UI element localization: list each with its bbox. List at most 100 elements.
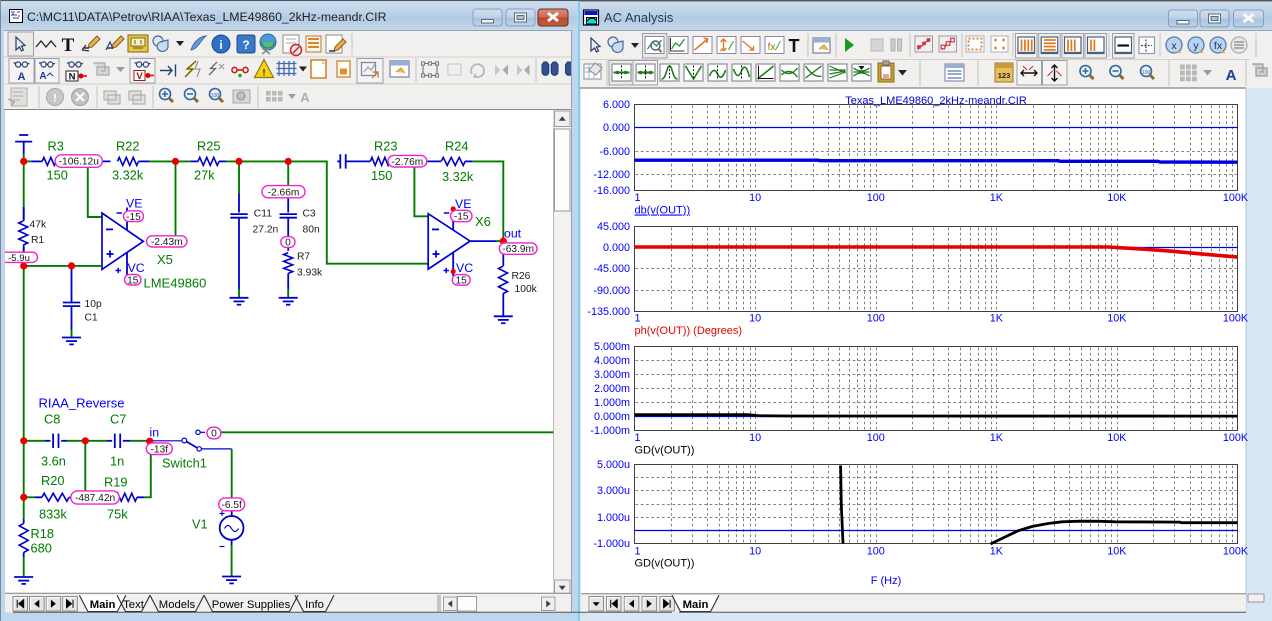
svg-text:-2.66m: -2.66m xyxy=(268,187,300,198)
svg-text:1K: 1K xyxy=(990,192,1004,204)
svg-text:10K: 10K xyxy=(1107,192,1127,204)
svg-text:R22: R22 xyxy=(116,139,139,154)
svg-text:1: 1 xyxy=(634,546,640,558)
svg-text:!: ! xyxy=(53,93,57,105)
svg-text:C7: C7 xyxy=(110,412,126,427)
svg-text:!: ! xyxy=(263,68,266,78)
svg-text:-2.76m: -2.76m xyxy=(392,157,424,168)
svg-text:680: 680 xyxy=(31,541,52,556)
svg-text:3.000m: 3.000m xyxy=(594,369,630,381)
svg-text:3.000u: 3.000u xyxy=(597,485,630,497)
svg-text:1K: 1K xyxy=(990,432,1004,444)
svg-text:0.000: 0.000 xyxy=(603,122,630,134)
svg-text:R1: R1 xyxy=(31,235,44,246)
svg-text:10K: 10K xyxy=(1107,313,1127,325)
svg-text:A: A xyxy=(18,71,26,83)
svg-text:80n: 80n xyxy=(303,224,320,235)
svg-text:5.000u: 5.000u xyxy=(597,459,630,471)
svg-text:R3: R3 xyxy=(48,139,64,154)
svg-text:100k: 100k xyxy=(515,284,538,295)
svg-text:db(v(OUT)): db(v(OUT)) xyxy=(635,205,691,217)
svg-text:0: 0 xyxy=(211,429,217,440)
svg-text:-1.000u: -1.000u xyxy=(593,538,630,550)
svg-text:X5: X5 xyxy=(157,252,173,267)
svg-text:27.2n: 27.2n xyxy=(253,224,279,235)
svg-text:75k: 75k xyxy=(107,507,128,522)
svg-text:in: in xyxy=(150,425,160,439)
svg-text:R23: R23 xyxy=(374,139,397,154)
svg-text:0.000: 0.000 xyxy=(603,242,630,254)
svg-text:Main: Main xyxy=(90,599,116,611)
svg-text:6.000: 6.000 xyxy=(603,99,630,111)
svg-text:15: 15 xyxy=(456,276,468,287)
svg-text:10: 10 xyxy=(749,313,761,325)
svg-text:2.000m: 2.000m xyxy=(594,383,630,395)
svg-text:15: 15 xyxy=(127,275,139,286)
svg-text:VE: VE xyxy=(455,197,471,211)
svg-text:150: 150 xyxy=(47,167,68,182)
svg-text:A: A xyxy=(39,71,46,82)
svg-text:R19: R19 xyxy=(104,475,127,490)
svg-text:-63.9m: -63.9m xyxy=(502,244,534,255)
svg-text:GD(v(OUT)): GD(v(OUT)) xyxy=(635,558,695,570)
svg-text:100K: 100K xyxy=(1223,192,1249,204)
svg-text:47k: 47k xyxy=(30,220,47,231)
svg-text:100K: 100K xyxy=(1223,546,1249,558)
svg-text:C11: C11 xyxy=(254,208,272,219)
svg-text:-90.000: -90.000 xyxy=(593,285,630,297)
svg-text:-487.42n: -487.42n xyxy=(75,493,115,504)
svg-text:R24: R24 xyxy=(445,139,468,154)
svg-text:VC: VC xyxy=(456,261,473,275)
svg-text:0: 0 xyxy=(285,238,291,249)
svg-text:-2.43m: -2.43m xyxy=(151,237,183,248)
svg-text:A: A xyxy=(1226,67,1237,84)
svg-text:x: x xyxy=(1171,40,1177,52)
svg-text:R20: R20 xyxy=(41,473,64,488)
svg-text:VC: VC xyxy=(128,261,145,275)
svg-text:45.000: 45.000 xyxy=(597,221,630,233)
svg-text:10K: 10K xyxy=(1107,432,1127,444)
svg-text:ph(v(OUT)) (Degrees): ph(v(OUT)) (Degrees) xyxy=(635,325,743,337)
svg-text:N: N xyxy=(69,72,76,83)
svg-text:1: 1 xyxy=(634,432,640,444)
svg-text:-6.5f: -6.5f xyxy=(222,500,243,511)
svg-text:out: out xyxy=(504,227,522,241)
svg-text:T: T xyxy=(62,35,75,56)
svg-text:-135.000: -135.000 xyxy=(587,306,630,318)
svg-text:3.6n: 3.6n xyxy=(41,454,66,469)
svg-text:R26: R26 xyxy=(512,271,531,282)
svg-text:Text: Text xyxy=(123,599,145,611)
svg-text:3.32k: 3.32k xyxy=(112,167,144,182)
svg-text:GD(v(OUT)): GD(v(OUT)) xyxy=(635,445,695,457)
svg-text:V: V xyxy=(136,71,143,82)
svg-text:1K: 1K xyxy=(990,546,1004,558)
svg-text:100: 100 xyxy=(1142,70,1151,76)
svg-text:RIAA_Reverse: RIAA_Reverse xyxy=(39,396,125,411)
svg-text:10: 10 xyxy=(749,432,761,444)
svg-text:AC Analysis: AC Analysis xyxy=(604,10,674,25)
svg-text:10: 10 xyxy=(749,192,761,204)
svg-text:fx: fx xyxy=(768,42,776,53)
svg-text:Main: Main xyxy=(683,599,709,611)
svg-text:X6: X6 xyxy=(475,214,491,229)
svg-text:1n: 1n xyxy=(110,454,124,469)
svg-text:-12.000: -12.000 xyxy=(593,169,630,181)
svg-text:1: 1 xyxy=(634,313,640,325)
svg-text:LME49860: LME49860 xyxy=(144,276,207,291)
svg-text:100K: 100K xyxy=(1223,313,1249,325)
svg-text:10p: 10p xyxy=(85,299,102,310)
svg-text:1K: 1K xyxy=(990,313,1004,325)
svg-text:C1: C1 xyxy=(85,312,98,323)
svg-text:T: T xyxy=(789,36,800,56)
svg-text:-1.000m: -1.000m xyxy=(590,425,630,437)
svg-text:150: 150 xyxy=(371,168,392,183)
svg-text:27k: 27k xyxy=(194,167,215,182)
svg-text:123: 123 xyxy=(998,71,1011,80)
svg-text:R25: R25 xyxy=(197,139,220,154)
svg-text:-13f: -13f xyxy=(151,444,169,455)
svg-text:-16.000: -16.000 xyxy=(593,185,630,197)
svg-text:100: 100 xyxy=(867,432,885,444)
svg-text:C:\MC11\DATA\Petrov\RIAA\Texas: C:\MC11\DATA\Petrov\RIAA\Texas_LME49860_… xyxy=(27,10,387,24)
svg-text:Power Supplies: Power Supplies xyxy=(212,599,291,611)
svg-text:100: 100 xyxy=(867,313,885,325)
